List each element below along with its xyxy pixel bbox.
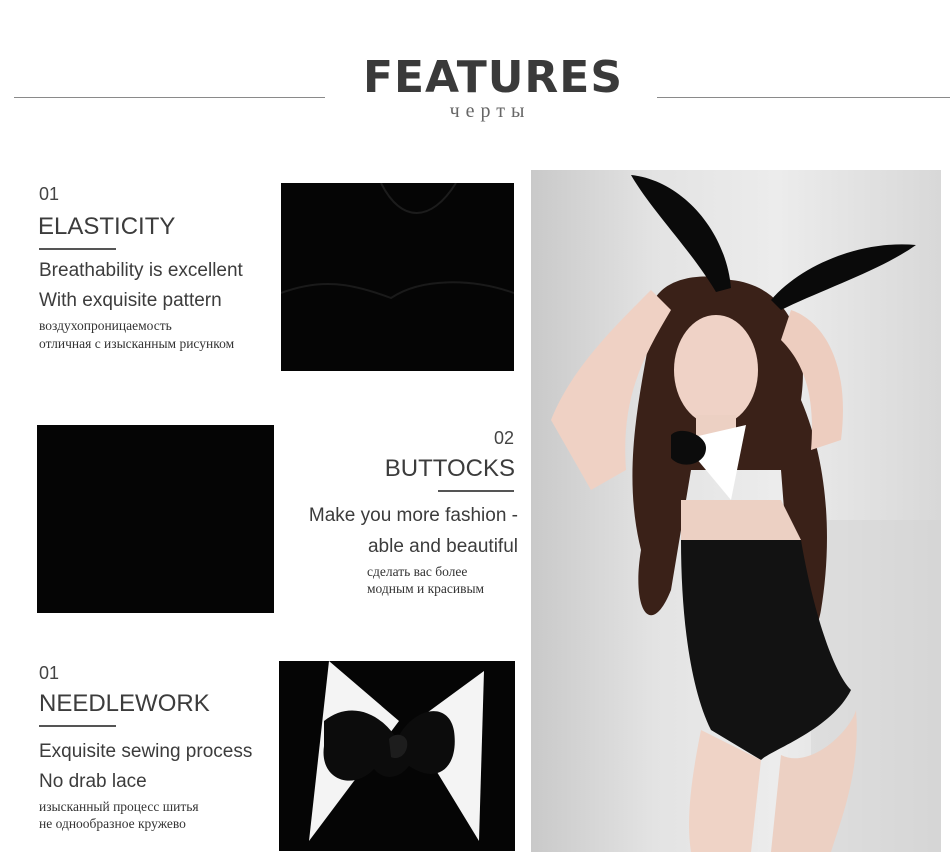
feature-heading: BUTTOCKS [384,455,515,482]
feature-text-en: With exquisite pattern [39,290,222,311]
model-illustration [551,175,941,852]
bowtie-collar-image [279,661,515,851]
feature-text-ru: модным и красивым [367,581,485,596]
fabric-closeup-image [281,183,514,371]
page-subtitle: черты [449,100,531,122]
feature-heading: ELASTICITY [38,213,176,240]
bowtie-illustration [309,661,484,841]
feature-text-en: able and beautiful [367,536,518,557]
feature-heading: NEEDLEWORK [39,690,210,717]
feature-number: 01 [39,663,60,683]
feature-text-en: Breathability is excellent [39,260,243,281]
page-title: FEATURES [362,52,624,103]
feature-number: 02 [493,428,514,448]
feature-text-ru: изысканный процесс шитья [39,799,199,814]
feature-text-ru: отличная с изысканным рисунком [39,336,235,351]
feature-text-ru: воздухопроницаемость [39,318,172,333]
feature-text-en: Make you more fashion - [308,505,518,526]
model-photo [531,170,941,852]
heading-underline [39,725,116,727]
feature-text-en: No drab lace [39,771,147,792]
feature-text-en: Exquisite sewing process [39,741,253,762]
feature-text-ru: сделать вас более [367,564,468,579]
fabric-seam-lines [281,183,514,300]
heading-underline [438,490,514,492]
fabric-plain-image [37,425,274,613]
feature-text-ru: не однообразное кружево [39,816,186,831]
heading-underline [39,248,116,250]
feature-number: 01 [39,184,60,204]
